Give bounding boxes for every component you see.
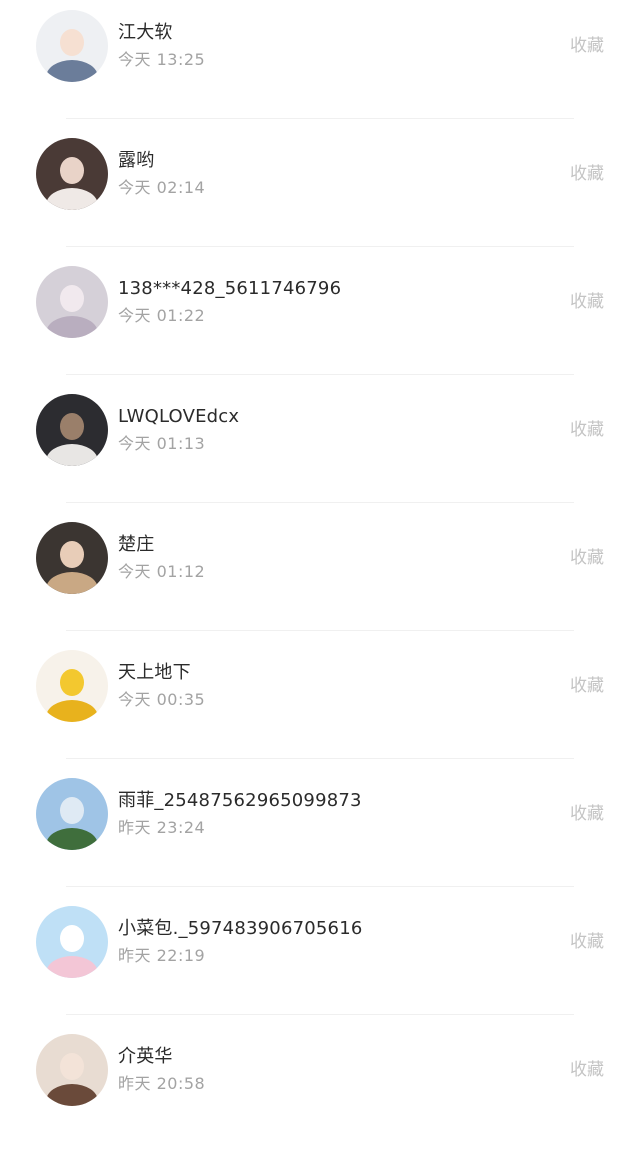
timestamp: 昨天 23:24 — [118, 818, 206, 837]
timestamp: 今天 13:25 — [118, 50, 206, 69]
avatar-face — [59, 796, 85, 825]
avatar-face — [59, 28, 85, 57]
avatar[interactable] — [36, 138, 108, 210]
favorites-list: 江大软 今天 13:25 收藏 露哟 今天 02:14 收藏 138***428… — [0, 0, 640, 1131]
list-item[interactable]: 江大软 今天 13:25 收藏 — [0, 0, 640, 128]
divider — [66, 630, 574, 631]
divider — [66, 758, 574, 759]
list-item[interactable]: 天上地下 今天 00:35 收藏 — [0, 640, 640, 768]
list-item[interactable]: 138***428_5611746796 今天 01:22 收藏 — [0, 256, 640, 384]
avatar-face — [59, 540, 85, 569]
avatar-face — [59, 668, 85, 697]
user-name: 雨菲_25487562965099873 — [118, 790, 362, 811]
avatar-body — [46, 188, 98, 210]
avatar-face — [59, 284, 85, 313]
collect-button[interactable]: 收藏 — [570, 419, 604, 441]
timestamp: 今天 02:14 — [118, 178, 206, 197]
avatar[interactable] — [36, 778, 108, 850]
list-item[interactable]: 楚庄 今天 01:12 收藏 — [0, 512, 640, 640]
user-name: 露哟 — [118, 150, 155, 171]
user-name: 介英华 — [118, 1046, 173, 1067]
avatar-body — [46, 572, 98, 594]
timestamp: 今天 01:13 — [118, 434, 206, 453]
user-name: 楚庄 — [118, 534, 155, 555]
collect-button[interactable]: 收藏 — [570, 803, 604, 825]
collect-button[interactable]: 收藏 — [570, 547, 604, 569]
avatar[interactable] — [36, 266, 108, 338]
list-item[interactable]: LWQLOVEdcx 今天 01:13 收藏 — [0, 384, 640, 512]
list-item[interactable]: 介英华 昨天 20:58 收藏 — [0, 1024, 640, 1152]
user-name: LWQLOVEdcx — [118, 406, 240, 427]
divider — [66, 886, 574, 887]
collect-button[interactable]: 收藏 — [570, 35, 604, 57]
user-name: 小菜包._597483906705616 — [118, 918, 363, 939]
avatar[interactable] — [36, 906, 108, 978]
user-name: 江大软 — [118, 22, 173, 43]
avatar[interactable] — [36, 650, 108, 722]
list-item[interactable]: 露哟 今天 02:14 收藏 — [0, 128, 640, 256]
user-name: 天上地下 — [118, 662, 191, 683]
timestamp: 昨天 22:19 — [118, 946, 206, 965]
timestamp: 今天 00:35 — [118, 690, 206, 709]
list-item[interactable]: 小菜包._597483906705616 昨天 22:19 收藏 — [0, 896, 640, 1024]
avatar-body — [46, 316, 98, 338]
collect-button[interactable]: 收藏 — [570, 675, 604, 697]
avatar-face — [59, 1052, 85, 1081]
avatar[interactable] — [36, 1034, 108, 1106]
collect-button[interactable]: 收藏 — [570, 1059, 604, 1081]
avatar-body — [46, 956, 98, 978]
avatar-face — [59, 156, 85, 185]
collect-button[interactable]: 收藏 — [570, 163, 604, 185]
avatar-body — [46, 700, 98, 722]
collect-button[interactable]: 收藏 — [570, 291, 604, 313]
user-name: 138***428_5611746796 — [118, 278, 342, 299]
avatar[interactable] — [36, 10, 108, 82]
timestamp: 今天 01:12 — [118, 562, 206, 581]
avatar[interactable] — [36, 522, 108, 594]
divider — [66, 118, 574, 119]
avatar-body — [46, 444, 98, 466]
list-item[interactable]: 雨菲_25487562965099873 昨天 23:24 收藏 — [0, 768, 640, 896]
divider — [66, 246, 574, 247]
timestamp: 今天 01:22 — [118, 306, 206, 325]
divider — [66, 502, 574, 503]
avatar-body — [46, 60, 98, 82]
divider — [66, 374, 574, 375]
collect-button[interactable]: 收藏 — [570, 931, 604, 953]
avatar-face — [59, 924, 85, 953]
divider — [66, 1014, 574, 1015]
avatar-face — [59, 412, 85, 441]
avatar-body — [46, 828, 98, 850]
avatar-body — [46, 1084, 98, 1106]
timestamp: 昨天 20:58 — [118, 1074, 206, 1093]
avatar[interactable] — [36, 394, 108, 466]
